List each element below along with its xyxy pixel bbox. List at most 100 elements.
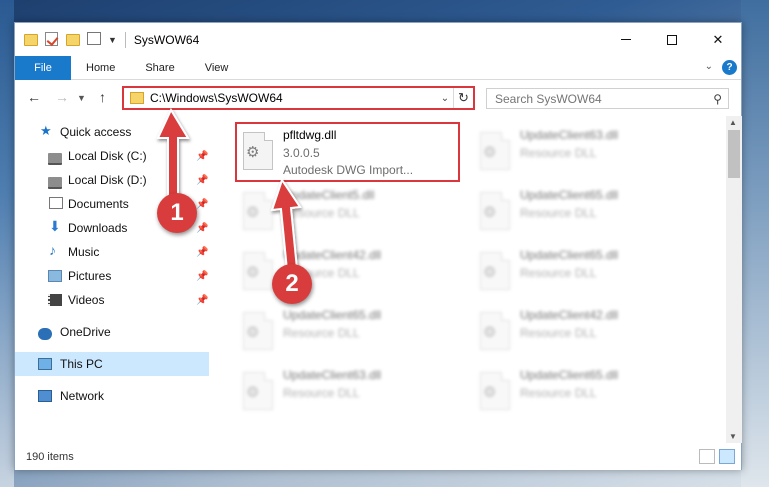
forward-arrow-icon[interactable]: → xyxy=(55,89,69,105)
file-tile[interactable]: ⚙ UpdateClient42.dll Resource DLL xyxy=(237,244,462,300)
file-explorer-window: ▼ SysWOW64 ✕ File Home Share View ⌄ ? ← … xyxy=(14,22,742,470)
sidebar-item-label: OneDrive xyxy=(60,325,111,339)
file-type: Resource DLL xyxy=(283,326,360,340)
scroll-up-arrow-icon[interactable]: ▲ xyxy=(729,118,737,127)
pin-icon[interactable]: 📌 xyxy=(196,199,208,210)
customize-toolbar-chevron-icon[interactable]: ▼ xyxy=(108,35,117,45)
file-type: Resource DLL xyxy=(520,146,597,160)
gear-icon: ⚙ xyxy=(246,384,260,401)
item-count: 190 items xyxy=(26,450,74,463)
tiles-view-icon[interactable] xyxy=(719,449,735,464)
ribbon-tabs: File Home Share View ⌄ ? xyxy=(15,55,741,80)
details-view-icon[interactable] xyxy=(699,449,715,464)
scrollbar-thumb[interactable] xyxy=(728,130,740,178)
highlight-box-file xyxy=(235,122,460,182)
back-arrow-icon[interactable]: ← xyxy=(27,89,41,105)
view-properties-icon[interactable] xyxy=(87,31,103,48)
file-type: Resource DLL xyxy=(520,206,597,220)
sidebar-item-network[interactable]: Network xyxy=(15,384,209,408)
pin-icon[interactable]: 📌 xyxy=(196,295,208,306)
file-type: Resource DLL xyxy=(520,266,597,280)
file-tile[interactable]: ⚙ UpdateClient65.dll Resource DLL xyxy=(474,364,699,420)
file-name: UpdateClient5.dll xyxy=(283,188,375,202)
sidebar-item-label: Documents xyxy=(68,197,129,211)
tab-share[interactable]: Share xyxy=(130,62,189,74)
this-pc-icon xyxy=(38,358,52,370)
sidebar-item-label: Local Disk (D:) xyxy=(68,173,147,187)
help-button[interactable]: ? xyxy=(722,60,737,75)
star-icon: ★ xyxy=(40,123,52,138)
pin-icon[interactable]: 📌 xyxy=(196,247,208,258)
sidebar-item-music[interactable]: ♪ Music 📌 xyxy=(15,240,209,264)
scroll-down-arrow-icon[interactable]: ▼ xyxy=(729,432,737,441)
file-tile[interactable]: ⚙ UpdateClient63.dll Resource DLL xyxy=(237,364,462,420)
expand-ribbon-chevron-icon[interactable]: ⌄ xyxy=(705,61,713,72)
file-type: Resource DLL xyxy=(283,386,360,400)
gear-icon: ⚙ xyxy=(483,324,497,341)
refresh-icon[interactable]: ↻ xyxy=(453,88,473,108)
navigation-pane: ★ Quick access Local Disk (C:) 📌 Local D… xyxy=(15,116,209,443)
search-box[interactable]: ⚲ xyxy=(486,88,729,109)
file-tile[interactable]: ⚙ UpdateClient42.dll Resource DLL xyxy=(474,304,699,360)
sidebar-item-label: Pictures xyxy=(68,269,112,283)
videos-icon xyxy=(48,294,62,306)
step-2-badge: 2 xyxy=(272,264,312,304)
file-name: UpdateClient63.dll xyxy=(520,128,619,142)
chevron-down-icon[interactable]: ⌄ xyxy=(437,93,453,104)
search-icon[interactable]: ⚲ xyxy=(713,92,722,106)
sidebar-item-this-pc[interactable]: This PC xyxy=(15,352,209,376)
file-type: Resource DLL xyxy=(520,326,597,340)
sidebar-item-onedrive[interactable]: OneDrive xyxy=(15,320,209,344)
navigation-bar: ← → ▼ ↑ C:\Windows\SysWOW64 ⌄ ↻ ⚲ xyxy=(15,80,741,116)
tab-view[interactable]: View xyxy=(190,62,244,74)
properties-check-icon[interactable] xyxy=(45,31,61,48)
disk-icon xyxy=(48,153,62,165)
new-folder-icon[interactable] xyxy=(66,32,82,48)
file-tile[interactable]: ⚙ UpdateClient63.dll Resource DLL xyxy=(474,124,699,180)
up-arrow-icon[interactable]: ↑ xyxy=(99,89,106,105)
address-bar[interactable]: C:\Windows\SysWOW64 ⌄ ↻ xyxy=(122,86,475,110)
file-tile[interactable]: ⚙ UpdateClient65.dll Resource DLL xyxy=(474,244,699,300)
downloads-icon: ⬇ xyxy=(49,218,61,234)
maximize-button[interactable] xyxy=(649,23,695,56)
sidebar-item-local-disk-c[interactable]: Local Disk (C:) 📌 xyxy=(15,144,209,168)
gear-icon: ⚙ xyxy=(483,264,497,281)
status-bar: 190 items xyxy=(15,443,741,470)
tab-home[interactable]: Home xyxy=(71,62,130,74)
sidebar-item-videos[interactable]: Videos 📌 xyxy=(15,288,209,312)
recent-locations-chevron-icon[interactable]: ▼ xyxy=(77,93,86,103)
address-path[interactable]: C:\Windows\SysWOW64 xyxy=(150,91,437,105)
file-tile[interactable]: ⚙ UpdateClient65.dll Resource DLL xyxy=(237,304,462,360)
sidebar-item-pictures[interactable]: Pictures 📌 xyxy=(15,264,209,288)
sidebar-item-label: Local Disk (C:) xyxy=(68,149,147,163)
sidebar-item-label: Network xyxy=(60,389,105,403)
pin-icon[interactable]: 📌 xyxy=(196,151,208,162)
close-button[interactable]: ✕ xyxy=(695,23,741,56)
title-separator xyxy=(124,31,126,48)
pin-icon[interactable]: 📌 xyxy=(196,223,208,234)
folder-icon[interactable] xyxy=(24,32,40,48)
file-tile[interactable]: ⚙ UpdateClient65.dll Resource DLL xyxy=(474,184,699,240)
window-title: SysWOW64 xyxy=(133,32,200,47)
file-name: UpdateClient65.dll xyxy=(520,188,619,202)
sidebar-item-quick-access[interactable]: ★ Quick access xyxy=(15,120,209,144)
music-icon: ♪ xyxy=(49,242,56,258)
file-tile[interactable]: ⚙ UpdateClient5.dll Resource DLL xyxy=(237,184,462,240)
gear-icon: ⚙ xyxy=(246,264,260,281)
minimize-button[interactable] xyxy=(603,23,649,56)
vertical-scrollbar[interactable]: ▲ ▼ xyxy=(726,116,742,443)
sidebar-item-local-disk-d[interactable]: Local Disk (D:) 📌 xyxy=(15,168,209,192)
tab-file[interactable]: File xyxy=(15,55,71,80)
file-type: Resource DLL xyxy=(520,386,597,400)
step-1-badge: 1 xyxy=(157,193,197,233)
file-name: UpdateClient63.dll xyxy=(283,368,382,382)
search-input[interactable] xyxy=(495,91,705,106)
pin-icon[interactable]: 📌 xyxy=(196,175,208,186)
pin-icon[interactable]: 📌 xyxy=(196,271,208,282)
address-folder-icon xyxy=(130,92,144,104)
file-name: UpdateClient65.dll xyxy=(520,248,619,262)
gear-icon: ⚙ xyxy=(483,204,497,221)
title-bar: ▼ SysWOW64 ✕ xyxy=(15,23,741,56)
file-name: UpdateClient42.dll xyxy=(283,248,382,262)
minimize-icon xyxy=(621,39,631,40)
